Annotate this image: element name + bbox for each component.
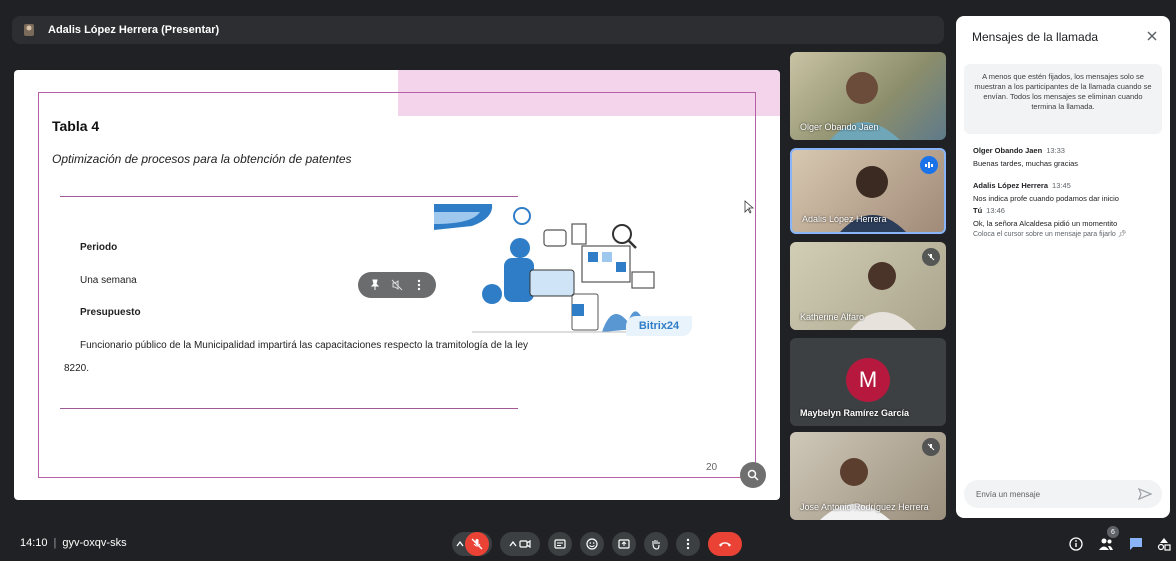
people-icon [1099,538,1113,550]
slide-subtitle: Optimización de procesos para la obtenci… [52,152,352,166]
mute-off-icon[interactable] [389,277,405,293]
muted-mic-icon [922,248,940,266]
participant-name: Olger Obando Jaen [800,122,879,132]
participant-tile[interactable]: Katherine Alfaro [790,242,946,330]
captions-icon [553,537,567,551]
message-time: 13:46 [986,206,1005,215]
presentation-hover-controls [358,272,436,298]
mic-off-button[interactable] [465,532,489,556]
participant-name: Katherine Alfaro [800,312,865,322]
periodo-label: Periodo [80,242,118,253]
people-button[interactable] [1097,535,1115,553]
mic-off-icon [471,538,483,550]
presenter-name: Adalis López Herrera (Presentar) [48,24,220,36]
emoji-icon [585,537,599,551]
chat-info-notice: A menos que estén fijados, los mensajes … [964,64,1162,134]
clock: 14:10 [20,537,48,549]
captions-button[interactable] [548,532,572,556]
message-text: Nos indica profe cuando podamos dar inic… [973,194,1119,203]
message-author: Tú [973,206,983,215]
presenter-bar: Adalis López Herrera (Presentar) [12,16,944,44]
more-options-icon[interactable] [411,277,427,293]
meeting-code: gyv-oxqv-sks [62,537,127,549]
pin-icon: 📌︎ [1117,231,1127,238]
reactions-button[interactable] [580,532,604,556]
zoom-icon [747,469,759,481]
close-icon[interactable] [1144,28,1160,44]
raise-hand-button[interactable] [644,532,668,556]
participant-name: Maybelyn Ramírez García [800,408,910,418]
participant-tile[interactable]: Adalis López Herrera [790,148,946,234]
chat-message[interactable]: Tú 13:46 Ok, la señora Alcaldesa pidió un… [973,206,1117,228]
zoom-button[interactable] [740,462,766,488]
shapes-icon [1157,538,1171,551]
bitrix24-logo: Bitrix24 [626,316,692,336]
table-bottom-rule [60,408,518,409]
speaking-indicator-icon [920,156,938,174]
end-call-icon [718,537,732,551]
message-time: 13:45 [1052,181,1071,190]
participant-name: Adalis López Herrera [802,214,887,224]
leave-call-button[interactable] [708,532,742,556]
chat-input-placeholder: Envía un mensaje [976,489,1041,499]
presupuesto-value-line1: Funcionario público de la Municipalidad … [80,340,529,351]
message-time: 13:33 [1046,146,1065,155]
participant-tile[interactable]: Jose Antonio Rodríguez Herrera [790,432,946,520]
periodo-value: Una semana [80,275,137,286]
present-screen-icon [617,537,631,551]
slide-page-number: 20 [706,462,718,473]
mouse-cursor-icon [744,200,754,214]
present-button[interactable] [612,532,636,556]
table-top-rule [60,196,518,197]
camera-icon[interactable] [518,537,532,551]
pin-icon[interactable] [367,277,383,293]
muted-mic-icon [922,438,940,456]
message-text: Ok, la señora Alcaldesa pidió un momenti… [973,219,1118,228]
slide-title: Tabla 4 [52,118,100,134]
meeting-info: 14:10 | gyv-oxqv-sks [20,537,127,549]
info-icon [1069,537,1083,551]
presupuesto-value-line2: 8220. [64,363,90,374]
more-vert-icon [681,537,695,551]
chat-message-input[interactable]: Envía un mensaje [964,480,1162,508]
message-author: Adalis López Herrera [973,181,1049,190]
presenter-avatar-icon [22,22,36,38]
message-author: Olger Obando Jaen [973,146,1043,155]
pin-hint: Coloca el cursor sobre un mensaje para f… [973,230,1127,238]
hand-icon [649,537,663,551]
chat-title: Mensajes de la llamada [972,30,1099,44]
participant-name: Jose Antonio Rodríguez Herrera [800,502,929,512]
presupuesto-label: Presupuesto [80,307,141,318]
activities-button[interactable] [1155,535,1173,553]
bottom-toolbar: 14:10 | gyv-oxqv-sks 6 [0,526,1176,561]
meeting-details-button[interactable] [1067,535,1085,553]
chevron-up-icon[interactable] [508,537,518,551]
participant-tile[interactable]: M Maybelyn Ramírez García [790,338,946,426]
more-options-button[interactable] [676,532,700,556]
chevron-up-icon[interactable] [455,537,465,551]
participant-avatar: M [846,358,890,402]
chat-icon [1130,538,1142,550]
participant-tile[interactable]: Olger Obando Jaen [790,52,946,140]
send-icon[interactable] [1138,487,1152,501]
chat-message[interactable]: Adalis López Herrera 13:45 Nos indica pro… [973,181,1119,203]
chat-button[interactable] [1127,535,1145,553]
pin-hint-text: Coloca el cursor sobre un mensaje para f… [973,231,1116,238]
chat-message[interactable]: Olger Obando Jaen 13:33 Buenas tardes, mu… [973,146,1078,168]
chat-panel: Mensajes de la llamada A menos que estén… [956,16,1170,518]
microphone-control[interactable] [452,532,492,556]
camera-control[interactable] [500,532,540,556]
message-text: Buenas tardes, muchas gracias [973,159,1079,168]
